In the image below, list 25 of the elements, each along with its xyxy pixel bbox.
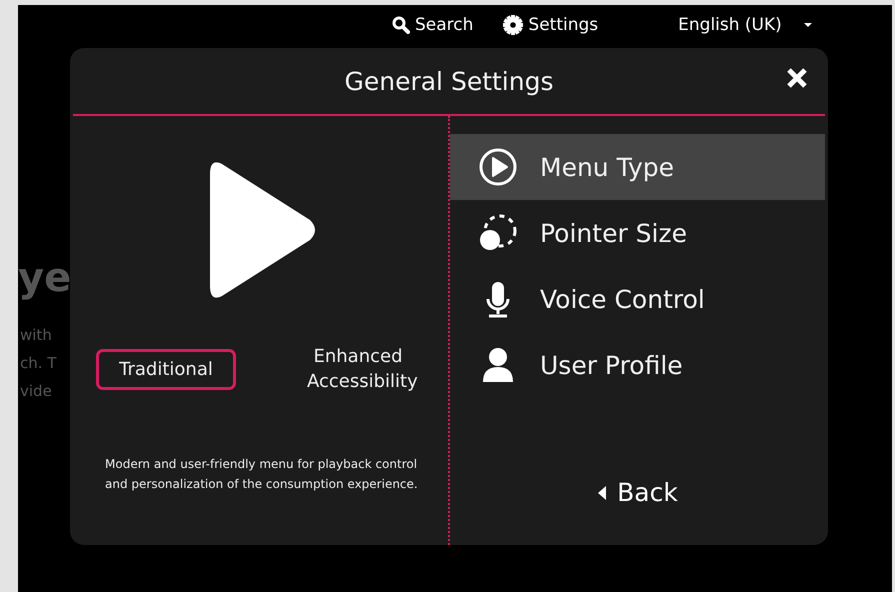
background-text: vide: [20, 381, 52, 402]
background-text: ye: [18, 255, 72, 303]
close-icon: [786, 67, 808, 89]
background-text: with: [20, 325, 52, 346]
menu-type-option[interactable]: Enhanced Accessibility: [288, 336, 428, 402]
close-button[interactable]: [786, 67, 808, 89]
play-icon: [208, 162, 318, 298]
search-link[interactable]: Search: [392, 15, 474, 35]
search-icon: [392, 16, 410, 34]
settings-link[interactable]: Settings: [503, 15, 598, 35]
gear-icon: [503, 15, 524, 35]
background-text: ch. T: [20, 353, 56, 374]
caret-left-icon: [597, 484, 608, 500]
menu-item[interactable]: Pointer Size: [450, 200, 825, 266]
menu-type-option[interactable]: Traditional: [96, 348, 236, 390]
menu-item[interactable]: Voice Control: [450, 266, 825, 332]
menu-item[interactable]: Menu Type: [450, 134, 825, 200]
menu-item[interactable]: User Profile: [450, 332, 825, 398]
language-selector[interactable]: English (UK): [678, 15, 782, 35]
caret-icon[interactable]: [804, 23, 812, 27]
dialog-title: General Settings: [344, 66, 554, 96]
back-button[interactable]: Back: [597, 478, 678, 507]
pointer-icon: [478, 213, 518, 253]
play-circle-icon: [478, 147, 518, 187]
description-text: Modern and user-friendly menu for playback control and personalization of the consumption experience.: [105, 456, 419, 493]
